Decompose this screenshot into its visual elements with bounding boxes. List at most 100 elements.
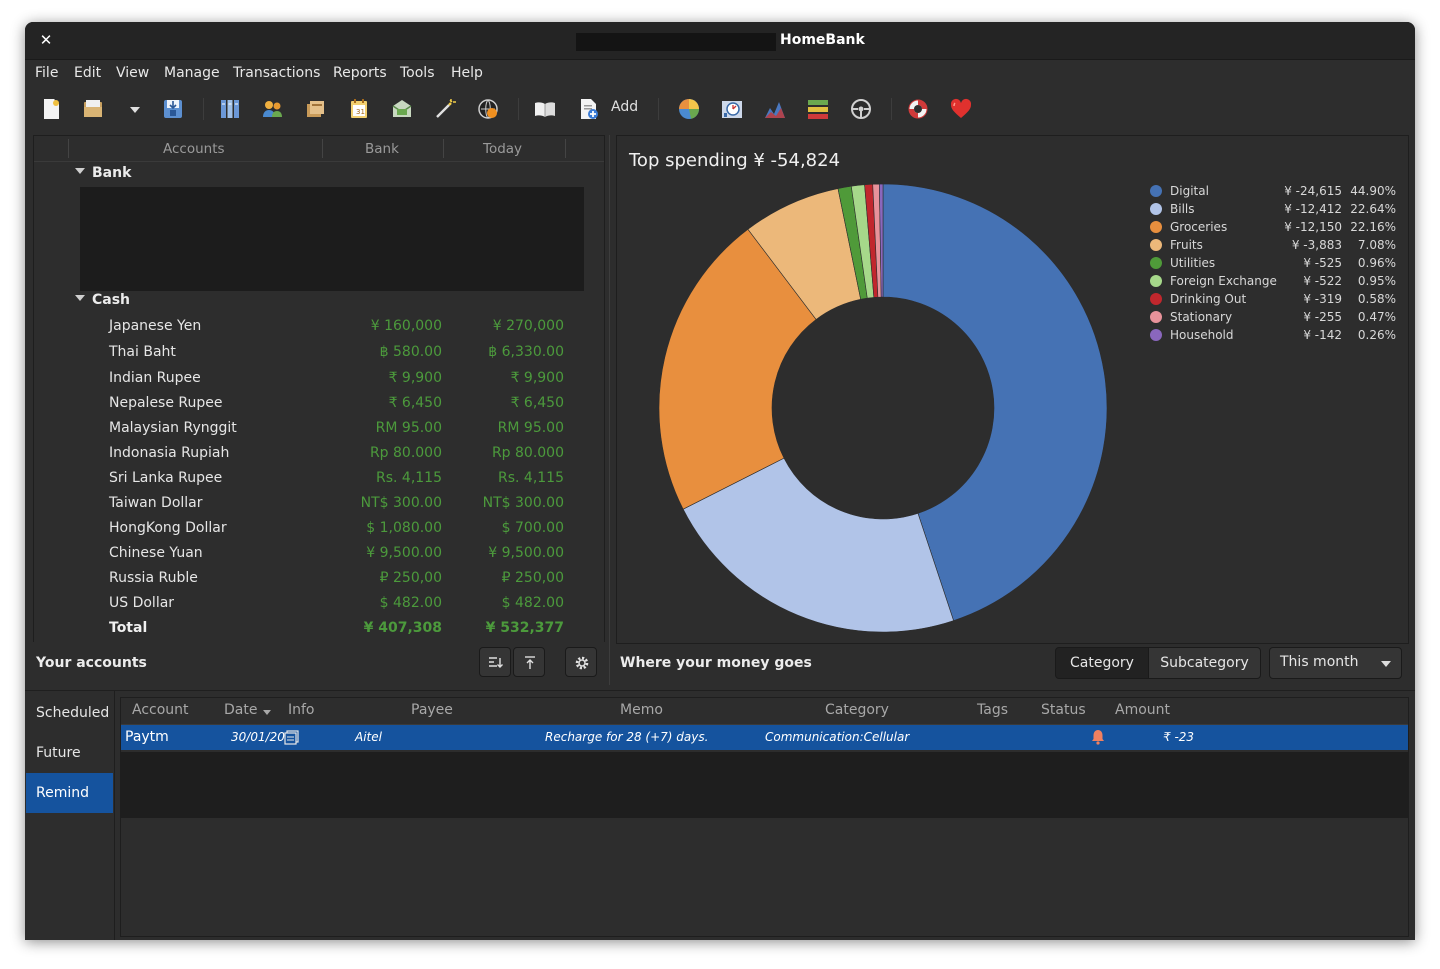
account-row[interactable]: Indonasia Rupiah Rp 80.000 Rp 80.000 xyxy=(34,442,604,467)
currency-icon[interactable] xyxy=(476,97,500,121)
legend-amount: ¥ -24,615 xyxy=(1284,184,1342,198)
menu-transactions[interactable]: Transactions xyxy=(233,65,320,81)
legend-color-swatch xyxy=(1150,239,1162,251)
categories-icon[interactable] xyxy=(304,97,328,121)
add-transaction-icon[interactable] xyxy=(576,97,600,121)
payees-icon[interactable] xyxy=(261,97,285,121)
redacted-title-area xyxy=(576,33,776,51)
bottom-side-tabs: Scheduled Future Remind xyxy=(25,691,115,940)
tab-future[interactable]: Future xyxy=(26,733,113,773)
group-cash[interactable]: Cash xyxy=(75,292,130,308)
account-row[interactable]: Chinese Yuan ¥ 9,500.00 ¥ 9,500.00 xyxy=(34,542,604,567)
menu-reports[interactable]: Reports xyxy=(333,65,387,81)
header-today[interactable]: Today xyxy=(483,141,522,157)
expand-all-button[interactable] xyxy=(479,647,511,677)
col-info[interactable]: Info xyxy=(288,702,315,718)
menu-tools[interactable]: Tools xyxy=(400,65,435,81)
trend-time-icon[interactable] xyxy=(720,97,744,121)
col-memo[interactable]: Memo xyxy=(620,702,663,718)
add-button-label[interactable]: Add xyxy=(611,99,638,115)
legend-color-swatch xyxy=(1150,257,1162,269)
header-bank[interactable]: Bank xyxy=(365,141,399,157)
recent-dropdown-icon[interactable] xyxy=(123,97,140,121)
account-row[interactable]: HongKong Dollar $ 1,080.00 $ 700.00 xyxy=(34,517,604,542)
legend-item: Bills ¥ -12,412 22.64% xyxy=(1148,200,1398,218)
account-today-balance: RM 95.00 xyxy=(497,420,564,436)
account-row[interactable]: Indian Rupee ₹ 9,900 ₹ 9,900 xyxy=(34,367,604,392)
account-row[interactable]: Japanese Yen ¥ 160,000 ¥ 270,000 xyxy=(34,315,604,340)
expand-triangle-icon[interactable] xyxy=(75,168,85,174)
legend-item: Fruits ¥ -3,883 7.08% xyxy=(1148,236,1398,254)
legend-amount: ¥ -3,883 xyxy=(1291,238,1342,252)
toolbar: 31 Add xyxy=(25,88,1415,130)
group-bank[interactable]: Bank xyxy=(75,165,131,181)
col-category[interactable]: Category xyxy=(825,702,889,718)
horizontal-splitter[interactable] xyxy=(25,690,1415,691)
open-register-icon[interactable] xyxy=(533,97,557,121)
legend-item: Stationary ¥ -255 0.47% xyxy=(1148,308,1398,326)
account-bank-balance: ₹ 9,900 xyxy=(388,370,442,386)
menu-help[interactable]: Help xyxy=(451,65,483,81)
close-icon[interactable]: ✕ xyxy=(37,31,55,49)
legend-label: Drinking Out xyxy=(1170,292,1247,306)
row-amount: ₹ -23 xyxy=(1163,730,1195,744)
vehicle-cost-icon[interactable] xyxy=(849,97,873,121)
scheduled-icon[interactable]: 31 xyxy=(347,97,371,121)
accounts-settings-button[interactable] xyxy=(565,647,597,677)
accounts-header: Accounts Bank Today xyxy=(34,136,604,162)
new-file-icon[interactable] xyxy=(39,97,63,121)
assign-wand-icon[interactable] xyxy=(433,97,457,121)
tab-scheduled[interactable]: Scheduled xyxy=(26,693,113,733)
help-lifebuoy-icon[interactable] xyxy=(906,97,930,121)
legend-percent: 0.95% xyxy=(1357,274,1396,288)
account-row[interactable]: US Dollar $ 482.00 $ 482.00 xyxy=(34,592,604,617)
col-status[interactable]: Status xyxy=(1041,702,1086,718)
gear-icon xyxy=(575,656,589,670)
header-accounts[interactable]: Accounts xyxy=(163,141,225,157)
accounts-icon[interactable] xyxy=(218,97,242,121)
col-account[interactable]: Account xyxy=(132,702,189,718)
col-date[interactable]: Date xyxy=(224,702,257,718)
account-row[interactable]: Russia Ruble ₽ 250,00 ₽ 250,00 xyxy=(34,567,604,592)
stats-pie-icon[interactable] xyxy=(677,97,701,121)
menu-view[interactable]: View xyxy=(116,65,149,81)
account-row[interactable]: Taiwan Dollar NT$ 300.00 NT$ 300.00 xyxy=(34,492,604,517)
row-account: Paytm xyxy=(125,729,169,745)
spending-footer: Where your money goes Category Subcatego… xyxy=(616,642,1407,686)
pane-splitter[interactable] xyxy=(609,135,610,685)
legend-amount: ¥ -255 xyxy=(1303,310,1342,324)
collapse-all-button[interactable] xyxy=(513,647,545,677)
col-tags[interactable]: Tags xyxy=(977,702,1008,718)
tab-remind[interactable]: Remind xyxy=(26,773,113,813)
legend-amount: ¥ -525 xyxy=(1303,256,1342,270)
donate-heart-icon[interactable] xyxy=(949,97,973,121)
account-name: Thai Baht xyxy=(109,344,176,360)
scheduled-row-selected[interactable]: Paytm 30/01/20 Aitel Recharge for 28 (+7… xyxy=(121,725,1408,750)
account-row[interactable]: Malaysian Rynggit RM 95.00 RM 95.00 xyxy=(34,417,604,442)
menu-file[interactable]: File xyxy=(35,65,58,81)
account-row[interactable]: Nepalese Rupee ₹ 6,450 ₹ 6,450 xyxy=(34,392,604,417)
menu-edit[interactable]: Edit xyxy=(74,65,101,81)
col-amount[interactable]: Amount xyxy=(1115,702,1170,718)
toolbar-separator xyxy=(891,98,892,120)
category-toggle[interactable]: Category xyxy=(1055,647,1149,679)
subcategory-toggle[interactable]: Subcategory xyxy=(1148,647,1261,679)
account-row[interactable]: Thai Baht ฿ 580.00 ฿ 6,330.00 xyxy=(34,341,604,366)
open-file-icon[interactable] xyxy=(81,97,105,121)
menu-manage[interactable]: Manage xyxy=(164,65,220,81)
period-dropdown[interactable]: This month xyxy=(1269,647,1402,679)
account-row[interactable]: Sri Lanka Rupee Rs. 4,115 Rs. 4,115 xyxy=(34,467,604,492)
account-name: Taiwan Dollar xyxy=(109,495,203,511)
legend-amount: ¥ -12,412 xyxy=(1284,202,1342,216)
budget-report-icon[interactable] xyxy=(806,97,830,121)
account-name: Sri Lanka Rupee xyxy=(109,470,223,486)
expand-triangle-icon[interactable] xyxy=(75,295,85,301)
budget-icon[interactable] xyxy=(390,97,414,121)
balance-chart-icon[interactable] xyxy=(763,97,787,121)
save-icon[interactable] xyxy=(161,97,185,121)
col-payee[interactable]: Payee xyxy=(411,702,453,718)
legend-label: Household xyxy=(1170,328,1234,342)
legend-label: Foreign Exchange xyxy=(1170,274,1277,288)
where-money-goes-label: Where your money goes xyxy=(620,655,812,671)
account-name: Indian Rupee xyxy=(109,370,201,386)
